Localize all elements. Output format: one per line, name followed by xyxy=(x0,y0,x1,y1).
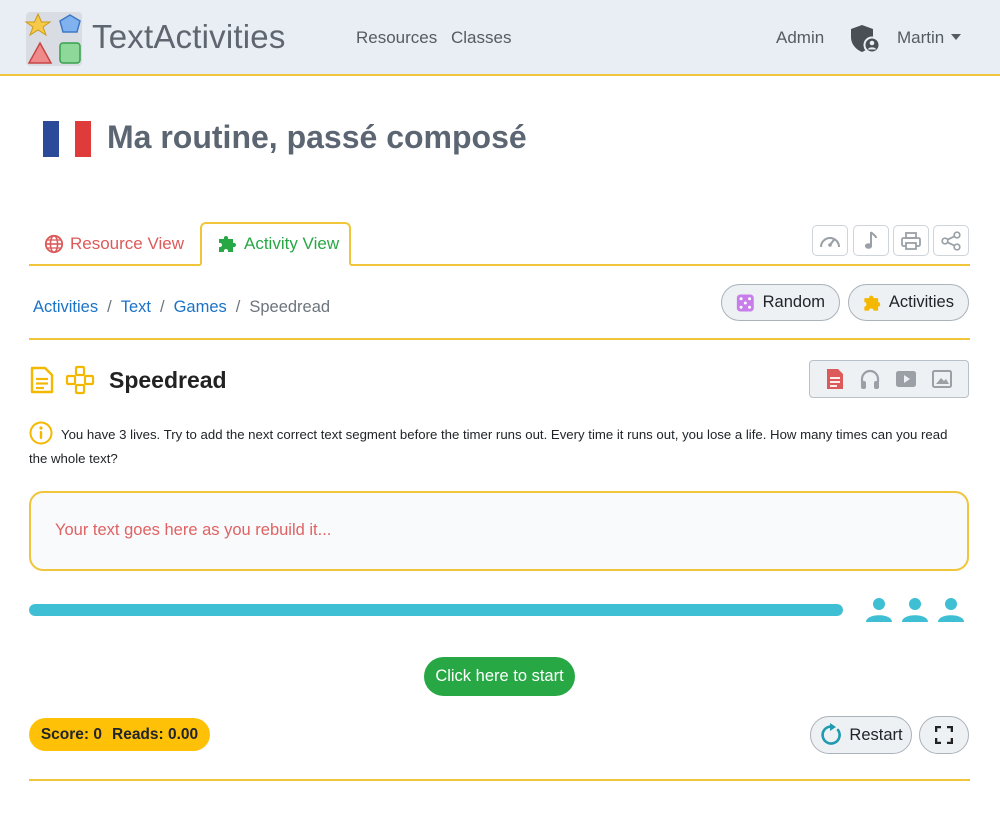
score-badge: Score: 0 Reads: 0.00 xyxy=(29,718,210,751)
music-note-icon xyxy=(864,230,877,249)
breadcrumb-text[interactable]: Text xyxy=(121,298,151,317)
breadcrumb: Activities / Text / Games / Speedread xyxy=(33,298,330,317)
printer-icon xyxy=(901,231,921,250)
puzzle-piece-icon xyxy=(864,295,881,311)
image-media-button[interactable] xyxy=(931,369,953,389)
restart-icon xyxy=(821,723,842,745)
flag-stripe-blue xyxy=(43,121,59,157)
life-person-icon xyxy=(938,598,964,622)
life-person-icon xyxy=(902,598,928,622)
restart-button[interactable]: Restart xyxy=(810,716,912,754)
video-icon xyxy=(896,371,916,387)
document-icon xyxy=(30,366,54,394)
tab-activity-view[interactable]: Activity View xyxy=(200,222,351,266)
share-icon xyxy=(941,230,961,251)
tab-resource-view-label: Resource View xyxy=(70,234,185,253)
breadcrumb-separator: / xyxy=(235,298,241,316)
dice-icon xyxy=(736,294,754,311)
timer-progress-bar xyxy=(29,604,843,616)
logo-icon[interactable] xyxy=(24,10,84,68)
score-value: Score: 0 xyxy=(40,725,102,743)
nav-resources-link[interactable]: Resources xyxy=(356,28,437,48)
restart-button-label: Restart xyxy=(849,725,903,744)
breadcrumb-separator: / xyxy=(159,298,165,316)
user-menu-toggle[interactable]: Martin xyxy=(897,28,944,48)
brand-name[interactable]: TextActivities xyxy=(92,18,286,56)
audio-media-button[interactable] xyxy=(859,368,881,390)
gamepad-icon xyxy=(65,365,95,395)
globe-icon xyxy=(44,234,64,254)
share-button[interactable] xyxy=(933,225,969,256)
tab-resource-view[interactable]: Resource View xyxy=(44,222,184,266)
french-flag-icon xyxy=(43,121,91,157)
media-toolbar xyxy=(809,360,969,398)
text-rebuild-area[interactable]: Your text goes here as you rebuild it... xyxy=(29,491,969,571)
activities-button[interactable]: Activities xyxy=(848,284,969,321)
breadcrumb-activities[interactable]: Activities xyxy=(33,298,98,317)
top-navbar: TextActivities Resources Classes Admin M… xyxy=(0,0,1000,76)
breadcrumb-current: Speedread xyxy=(249,298,331,316)
tab-activity-view-label: Activity View xyxy=(244,234,340,253)
fullscreen-icon xyxy=(935,726,953,744)
tabs-divider xyxy=(29,264,970,266)
nav-admin-link[interactable]: Admin xyxy=(776,28,824,48)
speed-button[interactable] xyxy=(812,225,848,256)
nav-classes-link[interactable]: Classes xyxy=(451,28,511,48)
page-title: Ma routine, passé composé xyxy=(107,119,527,155)
section-divider xyxy=(29,338,970,340)
activity-instructions: You have 3 lives. Try to add the next co… xyxy=(29,427,948,466)
timer-progress-fill xyxy=(29,604,843,616)
text-media-button[interactable] xyxy=(825,368,845,390)
reads-value: Reads: 0.00 xyxy=(112,725,199,743)
start-button[interactable]: Click here to start xyxy=(424,657,575,696)
user-shield-icon[interactable] xyxy=(849,22,881,54)
random-button-label: Random xyxy=(762,293,825,311)
video-media-button[interactable] xyxy=(895,369,917,389)
document-icon xyxy=(827,369,843,389)
footer-divider xyxy=(29,779,970,781)
speedometer-icon xyxy=(820,236,840,247)
breadcrumb-games[interactable]: Games xyxy=(174,298,227,317)
music-button[interactable] xyxy=(853,225,889,256)
flag-stripe-red xyxy=(75,121,91,157)
chevron-down-icon[interactable] xyxy=(951,34,961,40)
activities-button-label: Activities xyxy=(888,293,954,311)
headphones-icon xyxy=(860,369,880,389)
print-button[interactable] xyxy=(893,225,929,256)
image-icon xyxy=(932,370,952,388)
random-button[interactable]: Random xyxy=(721,284,840,321)
activity-title: Speedread xyxy=(109,367,227,393)
flag-stripe-white xyxy=(59,121,75,157)
fullscreen-button[interactable] xyxy=(919,716,969,754)
text-rebuild-placeholder: Your text goes here as you rebuild it... xyxy=(55,521,332,539)
life-person-icon xyxy=(866,598,892,622)
breadcrumb-separator: / xyxy=(107,298,112,316)
puzzle-piece-icon xyxy=(219,236,236,252)
